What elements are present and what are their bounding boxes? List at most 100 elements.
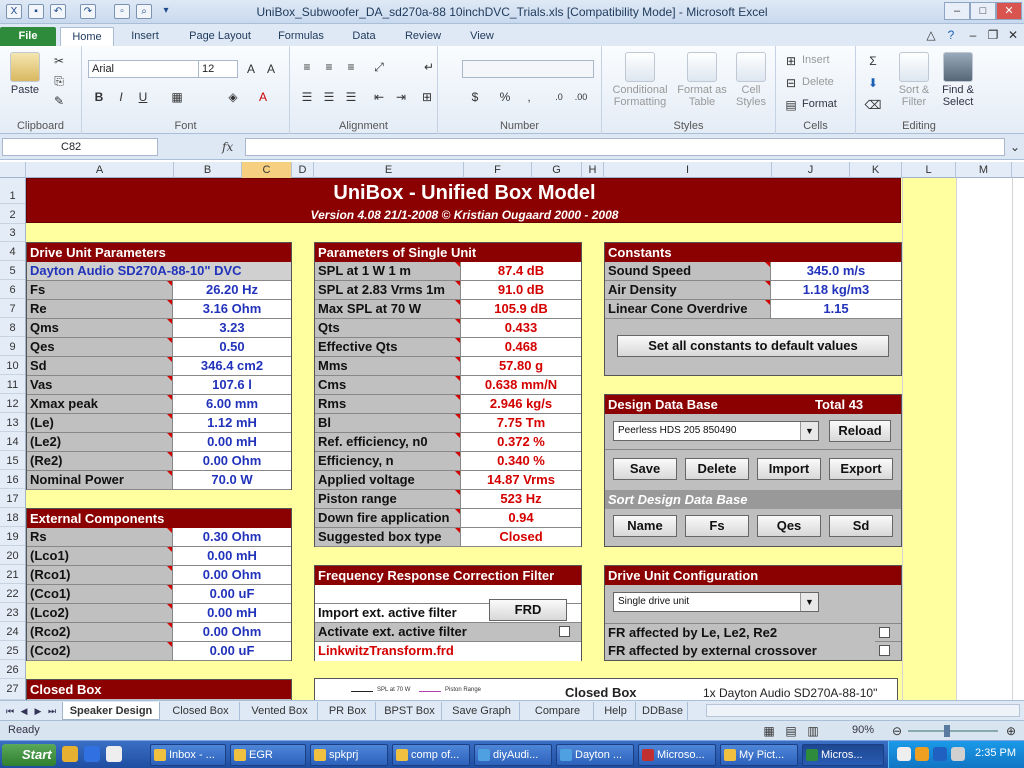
row-header[interactable]: 10: [0, 356, 25, 375]
external-param-value[interactable]: 0.00 Ohm: [173, 566, 291, 584]
zoom-out-icon[interactable]: ⊖: [888, 722, 906, 740]
sheet-tab-compare[interactable]: Compare: [522, 702, 594, 720]
wrap-text-icon[interactable]: ↵: [420, 58, 438, 76]
bold-icon[interactable]: B: [90, 88, 108, 106]
format-as-table-button[interactable]: Format as Table: [674, 52, 730, 108]
drive-unit-model[interactable]: Dayton Audio SD270A-88-10" DVC: [27, 262, 291, 280]
external-param-value[interactable]: 0.00 mH: [173, 604, 291, 622]
shrink-font-icon[interactable]: A: [262, 60, 280, 78]
row-header[interactable]: 23: [0, 603, 25, 622]
tab-formulas[interactable]: Formulas: [270, 27, 332, 46]
col-header[interactable]: K: [850, 162, 902, 178]
drive-param-value[interactable]: 70.0 W: [173, 471, 291, 489]
page-layout-view-icon[interactable]: ▤: [782, 722, 800, 740]
drive-param-value[interactable]: 0.50: [173, 338, 291, 356]
help-icon[interactable]: ?: [942, 26, 960, 44]
chart-preview[interactable]: SPL at 70 W Piston Range Closed Box 1x D…: [314, 678, 898, 700]
align-middle-icon[interactable]: ≡: [320, 58, 338, 76]
drive-param-value[interactable]: 6.00 mm: [173, 395, 291, 413]
insert-cells-button[interactable]: Insert: [802, 54, 830, 66]
row-header[interactable]: 22: [0, 584, 25, 603]
ribbon-minimize-icon[interactable]: △: [922, 26, 940, 44]
taskbar-item-excel[interactable]: Micros...: [802, 744, 884, 766]
taskbar-item-spkprj[interactable]: spkprj: [310, 744, 388, 766]
close-button[interactable]: ✕: [996, 2, 1022, 20]
col-header[interactable]: D: [292, 162, 314, 178]
chevron-down-icon[interactable]: ▼: [800, 422, 818, 440]
single-unit-param-value[interactable]: 7.75 Tm: [461, 414, 581, 432]
align-right-icon[interactable]: ☰: [342, 88, 360, 106]
page-break-view-icon[interactable]: ▥: [804, 722, 822, 740]
single-unit-param-value[interactable]: 2.946 kg/s: [461, 395, 581, 413]
row-header[interactable]: 18: [0, 508, 25, 527]
start-button[interactable]: Start: [2, 744, 56, 766]
col-header[interactable]: I: [604, 162, 772, 178]
chevron-down-icon[interactable]: ▼: [800, 593, 818, 611]
tab-page-layout[interactable]: Page Layout: [180, 27, 260, 46]
conditional-formatting-button[interactable]: Conditional Formatting: [608, 52, 672, 108]
row-header[interactable]: 24: [0, 622, 25, 641]
taskbar-item-microsoft[interactable]: Microso...: [638, 744, 716, 766]
percent-button[interactable]: %: [496, 88, 514, 106]
external-param-value[interactable]: 0.30 Ohm: [173, 528, 291, 546]
constant-value[interactable]: 1.18 kg/m3: [771, 281, 901, 299]
name-box[interactable]: C82: [2, 138, 158, 156]
drive-param-value[interactable]: 26.20 Hz: [173, 281, 291, 299]
format-cells-button[interactable]: Format: [802, 98, 837, 110]
tab-view[interactable]: View: [460, 27, 504, 46]
tab-data[interactable]: Data: [342, 27, 386, 46]
single-unit-param-value[interactable]: 0.638 mm/N: [461, 376, 581, 394]
row-header[interactable]: 13: [0, 413, 25, 432]
taskbar-item-diyaudio[interactable]: diyAudi...: [474, 744, 552, 766]
wb-restore-icon[interactable]: ❐: [984, 26, 1002, 44]
wb-minimize-icon[interactable]: –: [964, 26, 982, 44]
merge-center-icon[interactable]: ⊞: [418, 88, 436, 106]
prev-sheet-icon[interactable]: ◀: [18, 704, 30, 718]
font-size-combo[interactable]: 12: [198, 60, 238, 78]
row-header[interactable]: 1: [0, 178, 25, 204]
normal-view-icon[interactable]: ▦: [760, 722, 778, 740]
select-all-corner[interactable]: [0, 162, 26, 178]
external-param-value[interactable]: 0.00 mH: [173, 547, 291, 565]
col-header[interactable]: E: [314, 162, 464, 178]
decrease-decimal-icon[interactable]: .00: [572, 88, 590, 106]
sheet-tab-vented-box[interactable]: Vented Box: [242, 702, 318, 720]
horizontal-scrollbar[interactable]: [706, 704, 1020, 717]
row-header[interactable]: 3: [0, 224, 25, 242]
worksheet[interactable]: UniBox - Unified Box Model Version 4.08 …: [26, 178, 1024, 700]
row-header[interactable]: 25: [0, 641, 25, 660]
explorer-quicklaunch-icon[interactable]: [62, 746, 78, 762]
export-db-button[interactable]: Export: [829, 458, 893, 480]
taskbar-item-dayton[interactable]: Dayton ...: [556, 744, 634, 766]
drive-param-value[interactable]: 1.12 mH: [173, 414, 291, 432]
notepad-quicklaunch-icon[interactable]: [106, 746, 122, 762]
single-unit-param-value[interactable]: 0.433: [461, 319, 581, 337]
row-header[interactable]: 11: [0, 375, 25, 394]
fr-ext-checkbox[interactable]: [879, 645, 890, 656]
sheet-tab-closed-box[interactable]: Closed Box: [162, 702, 240, 720]
sort-name-button[interactable]: Name: [613, 515, 677, 537]
cell-styles-button[interactable]: Cell Styles: [730, 52, 772, 108]
tray-app-icon[interactable]: [915, 747, 929, 761]
row-header[interactable]: 8: [0, 318, 25, 337]
row-header[interactable]: 12: [0, 394, 25, 413]
row-header[interactable]: 26: [0, 660, 25, 679]
number-format-combo[interactable]: [462, 60, 594, 78]
drive-param-value[interactable]: 0.00 Ohm: [173, 452, 291, 470]
last-sheet-icon[interactable]: ⏭: [46, 704, 58, 718]
orientation-icon[interactable]: ⤢: [370, 58, 388, 76]
constant-value[interactable]: 1.15: [771, 300, 901, 318]
frd-button[interactable]: FRD: [489, 599, 567, 621]
first-sheet-icon[interactable]: ⏮: [4, 704, 16, 718]
single-unit-param-value[interactable]: 0.94: [461, 509, 581, 527]
zoom-in-icon[interactable]: ⊕: [1002, 722, 1020, 740]
tab-review[interactable]: Review: [396, 27, 450, 46]
set-defaults-button[interactable]: Set all constants to default values: [617, 335, 889, 357]
row-header[interactable]: 19: [0, 527, 25, 546]
constant-value[interactable]: 345.0 m/s: [771, 262, 901, 280]
single-unit-param-value[interactable]: 87.4 dB: [461, 262, 581, 280]
taskbar-item-egr[interactable]: EGR: [230, 744, 306, 766]
decrease-indent-icon[interactable]: ⇤: [370, 88, 388, 106]
row-header[interactable]: 2: [0, 204, 25, 224]
import-db-button[interactable]: Import: [757, 458, 821, 480]
